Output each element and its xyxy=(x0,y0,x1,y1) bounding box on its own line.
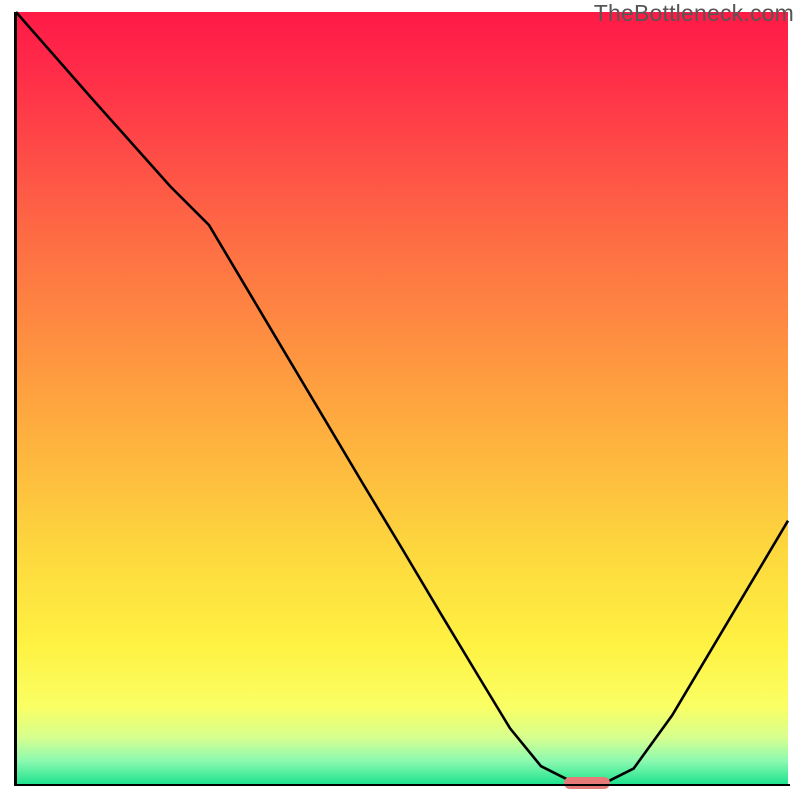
bottleneck-chart: TheBottleneck.com xyxy=(0,0,800,800)
plot-area xyxy=(16,12,788,784)
y-axis-line xyxy=(14,12,17,786)
watermark-text: TheBottleneck.com xyxy=(594,0,794,27)
x-axis-line xyxy=(14,784,790,787)
bottleneck-curve xyxy=(16,12,788,784)
